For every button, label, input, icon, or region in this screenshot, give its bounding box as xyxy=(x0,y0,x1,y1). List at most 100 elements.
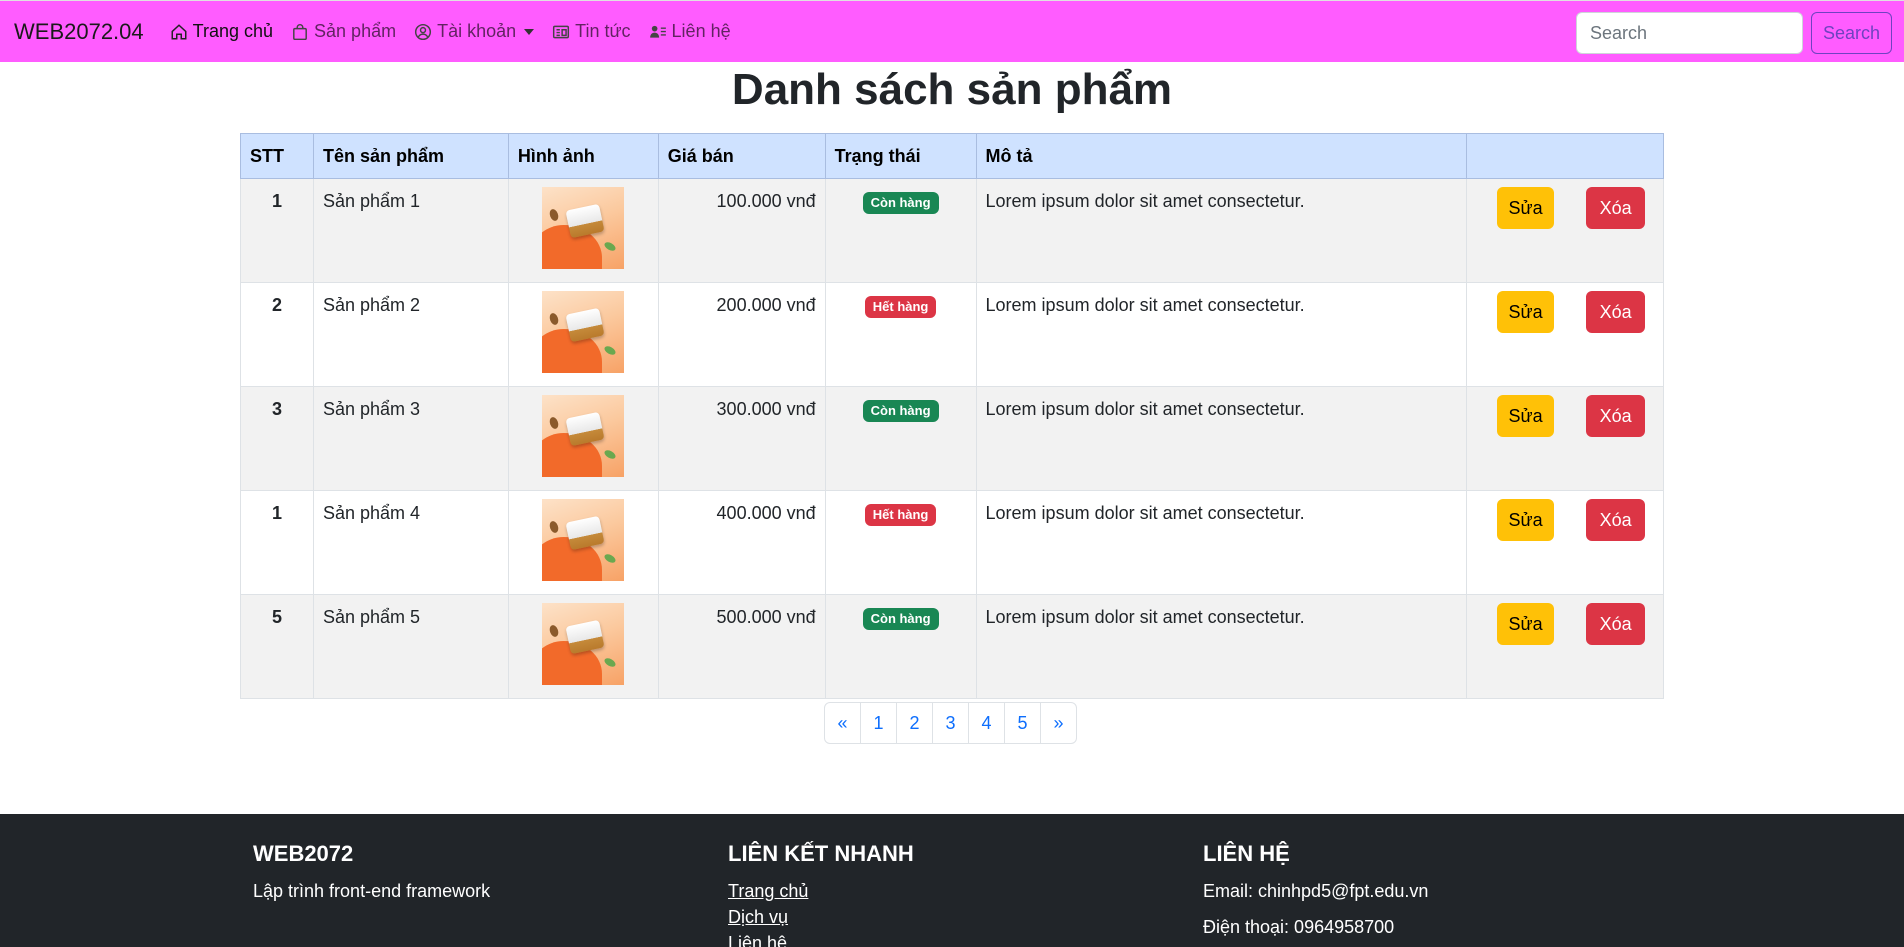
status-badge: Hết hàng xyxy=(864,296,937,318)
edit-button[interactable]: Sửa xyxy=(1497,291,1555,333)
nav-item-label: Tin tức xyxy=(575,21,631,41)
status-badge: Còn hàng xyxy=(862,400,939,422)
cell-actions: Sửa Xóa xyxy=(1466,178,1664,283)
table-row: 1 Sản phẩm 1 100.000 vnđ Còn hàng Lorem … xyxy=(240,178,1664,283)
footer-contact: LIÊN HỆ Email: chinhpd5@fpt.edu.vn Điện … xyxy=(1203,840,1428,940)
cell-image xyxy=(507,178,659,283)
cell-stt: 2 xyxy=(240,282,314,387)
nav-item-label: Sản phẩm xyxy=(314,21,397,41)
cell-price: 500.000 vnđ xyxy=(657,594,826,699)
col-header-stt: STT xyxy=(240,133,314,179)
pagination-next[interactable]: » xyxy=(1040,702,1077,744)
footer-link-home[interactable]: Trang chủ xyxy=(728,878,914,904)
cell-description: Lorem ipsum dolor sit amet consectetur. xyxy=(975,282,1468,387)
pagination-page-1[interactable]: 1 xyxy=(860,702,897,744)
product-thumbnail xyxy=(542,395,625,477)
nav-item-products[interactable]: Sản phẩm xyxy=(291,21,396,42)
table-row: 3 Sản phẩm 3 300.000 vnđ Còn hàng Lorem … xyxy=(240,386,1664,491)
bag-icon xyxy=(293,23,307,40)
chevron-down-icon xyxy=(524,28,535,35)
cell-product-name: Sản phẩm 3 xyxy=(312,386,509,491)
cell-price: 300.000 vnđ xyxy=(657,386,826,491)
pagination-page-2[interactable]: 2 xyxy=(896,702,933,744)
footer-link-services[interactable]: Dịch vụ xyxy=(728,904,914,930)
cell-description: Lorem ipsum dolor sit amet consectetur. xyxy=(975,178,1468,283)
search-input[interactable] xyxy=(1576,12,1803,54)
delete-button[interactable]: Xóa xyxy=(1586,395,1646,437)
footer-links-title: LIÊN KẾT NHANH xyxy=(728,841,914,866)
nav-item-account-dropdown[interactable]: Tài khoản xyxy=(414,21,535,42)
nav-item-label: Tài khoản xyxy=(437,21,517,41)
product-thumbnail xyxy=(542,499,625,581)
cell-status: Còn hàng xyxy=(824,594,977,699)
pagination: « 1 2 3 4 5 » xyxy=(824,702,1077,744)
cell-stt: 5 xyxy=(240,594,314,699)
footer-links: LIÊN KẾT NHANH Trang chủ Dịch vụ Liên hệ xyxy=(728,840,914,947)
nav-item-contact[interactable]: Liên hệ xyxy=(649,21,731,42)
footer-phone: Điện thoại: 0964958700 xyxy=(1203,917,1395,937)
pagination-prev[interactable]: « xyxy=(824,702,861,744)
cell-image xyxy=(507,490,659,595)
footer-about-text: Lập trình front-end framework xyxy=(253,881,491,901)
top-navbar: WEB2072.04 Trang chủ Sản phẩm Tài khoản … xyxy=(0,0,1904,62)
cell-price: 200.000 vnđ xyxy=(657,282,826,387)
footer-link-contact[interactable]: Liên hệ xyxy=(728,930,914,947)
nav-item-label: Liên hệ xyxy=(671,21,731,41)
cell-status: Còn hàng xyxy=(824,178,977,283)
footer-about-title: WEB2072 xyxy=(253,841,354,866)
pagination-page-3[interactable]: 3 xyxy=(932,702,969,744)
pagination-page-4[interactable]: 4 xyxy=(968,702,1005,744)
nav-item-label: Trang chủ xyxy=(192,21,274,41)
products-table: STT Tên sản phẩm Hình ảnh Giá bán Trạng … xyxy=(240,133,1664,699)
cell-actions: Sửa Xóa xyxy=(1466,282,1664,387)
footer-about: WEB2072 Lập trình front-end framework xyxy=(253,840,490,904)
delete-button[interactable]: Xóa xyxy=(1586,499,1646,541)
search-button[interactable]: Search xyxy=(1811,12,1892,54)
page-title: Danh sách sản phẩm xyxy=(731,65,1173,114)
delete-button[interactable]: Xóa xyxy=(1586,291,1646,333)
person-lines-icon xyxy=(649,25,666,38)
footer-contact-title: LIÊN HỆ xyxy=(1203,841,1290,866)
cell-status: Còn hàng xyxy=(824,386,977,491)
product-thumbnail xyxy=(542,603,625,685)
house-icon xyxy=(171,23,187,39)
footer-email: Email: chinhpd5@fpt.edu.vn xyxy=(1203,881,1429,901)
col-header-image: Hình ảnh xyxy=(507,133,659,179)
table-row: 1 Sản phẩm 4 400.000 vnđ Hết hàng Lorem … xyxy=(240,490,1664,595)
cell-description: Lorem ipsum dolor sit amet consectetur. xyxy=(975,386,1468,491)
col-header-description: Mô tả xyxy=(975,133,1468,179)
col-header-name: Tên sản phẩm xyxy=(312,133,509,179)
col-header-status: Trạng thái xyxy=(824,133,977,179)
newspaper-icon xyxy=(553,25,570,38)
table-row: 2 Sản phẩm 2 200.000 vnđ Hết hàng Lorem … xyxy=(240,282,1664,387)
nav-item-home[interactable]: Trang chủ xyxy=(170,21,273,42)
edit-button[interactable]: Sửa xyxy=(1497,499,1555,541)
cell-product-name: Sản phẩm 5 xyxy=(312,594,509,699)
status-badge: Còn hàng xyxy=(862,608,939,630)
cell-actions: Sửa Xóa xyxy=(1466,386,1664,491)
cell-product-name: Sản phẩm 4 xyxy=(312,490,509,595)
edit-button[interactable]: Sửa xyxy=(1497,187,1555,229)
cell-stt: 1 xyxy=(240,490,314,595)
delete-button[interactable]: Xóa xyxy=(1586,603,1646,645)
cell-price: 100.000 vnđ xyxy=(657,178,826,283)
cell-description: Lorem ipsum dolor sit amet consectetur. xyxy=(975,594,1468,699)
delete-button[interactable]: Xóa xyxy=(1586,187,1646,229)
edit-button[interactable]: Sửa xyxy=(1497,603,1555,645)
cell-description: Lorem ipsum dolor sit amet consectetur. xyxy=(975,490,1468,595)
cell-status: Hết hàng xyxy=(824,282,977,387)
status-badge: Còn hàng xyxy=(862,192,939,214)
edit-button[interactable]: Sửa xyxy=(1497,395,1555,437)
nav-item-news[interactable]: Tin tức xyxy=(552,21,631,42)
brand-link[interactable]: WEB2072.04 xyxy=(14,19,144,45)
pagination-page-5[interactable]: 5 xyxy=(1004,702,1041,744)
status-badge: Hết hàng xyxy=(864,504,937,526)
cell-image xyxy=(507,386,659,491)
table-row: 5 Sản phẩm 5 500.000 vnđ Còn hàng Lorem … xyxy=(240,594,1664,699)
cell-actions: Sửa Xóa xyxy=(1466,594,1664,699)
col-header-actions xyxy=(1466,133,1664,179)
person-circle-icon xyxy=(415,23,432,40)
col-header-price: Giá bán xyxy=(657,133,826,179)
cell-image xyxy=(507,594,659,699)
cell-actions: Sửa Xóa xyxy=(1466,490,1664,595)
